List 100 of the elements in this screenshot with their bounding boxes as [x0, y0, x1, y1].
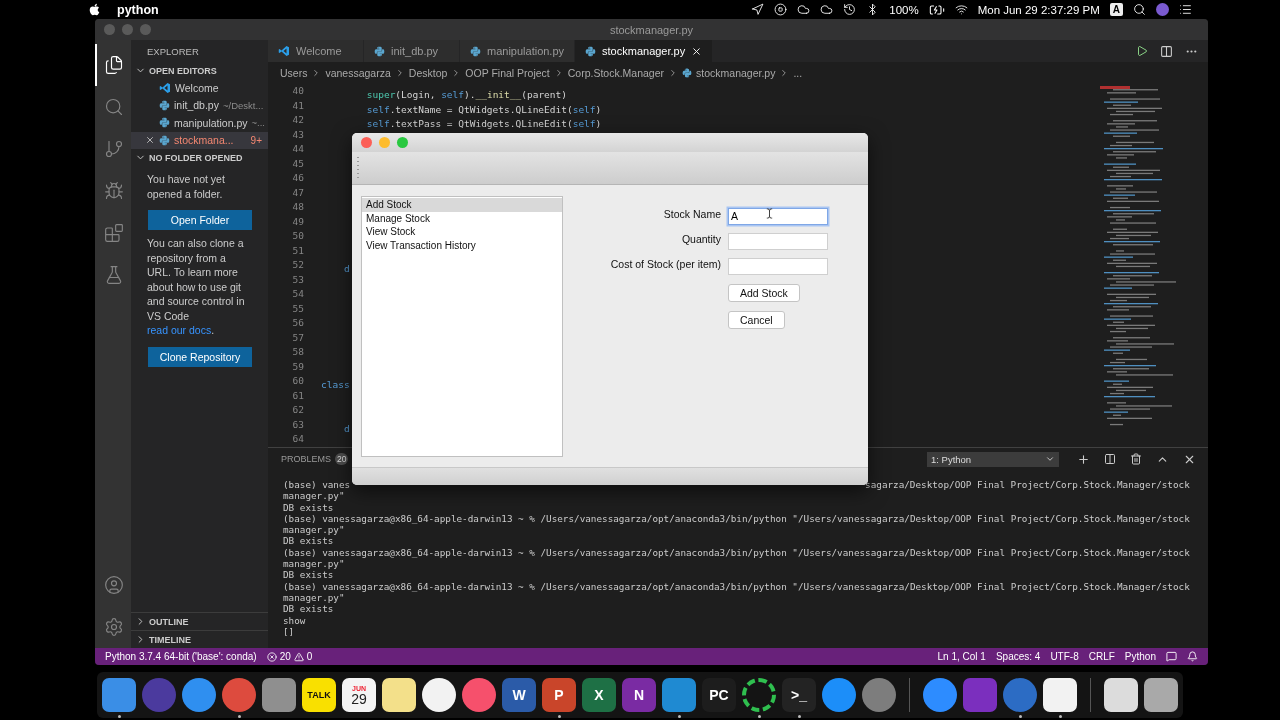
input-field[interactable] [728, 232, 828, 250]
app-icon[interactable] [1043, 678, 1077, 712]
split-icon[interactable] [1104, 453, 1116, 465]
interpreter-status[interactable]: Python 3.7.4 64-bit ('base': conda) [95, 651, 257, 662]
terminal-line: DB exists [283, 535, 334, 547]
editor-tab[interactable]: Welcome [268, 40, 364, 62]
panel-tab[interactable]: PROBLEMS [281, 454, 331, 464]
bug-icon [104, 181, 124, 201]
breadcrumb-item[interactable]: vanessagarza [325, 67, 391, 79]
input-source[interactable]: A [1109, 3, 1123, 16]
line-number: 57 [291, 330, 305, 345]
settings-icon[interactable] [104, 617, 124, 637]
editor-tab[interactable]: init_db.py [364, 40, 460, 62]
input-field[interactable] [728, 257, 828, 275]
feedback-icon[interactable] [1166, 651, 1177, 662]
account-icon[interactable] [104, 575, 124, 595]
status-item[interactable]: UTF-8 [1050, 651, 1079, 662]
breadcrumb-item[interactable]: Users [280, 67, 308, 79]
breadcrumb-item[interactable]: Desktop [408, 67, 448, 79]
close-icon[interactable] [145, 135, 155, 146]
problem-count: 9+ [250, 134, 263, 146]
app-icon[interactable]: P [542, 678, 576, 712]
plus-icon[interactable] [1077, 452, 1090, 466]
python-icon [374, 45, 385, 57]
status-item[interactable]: CRLF [1088, 651, 1115, 662]
app-icon[interactable] [382, 678, 416, 712]
line-number: 54 [291, 287, 305, 301]
app-icon[interactable]: X [582, 678, 616, 712]
history-icon[interactable] [843, 3, 857, 16]
breadcrumb-item[interactable]: stockmanager.py [696, 67, 776, 79]
python-icon [682, 68, 693, 78]
warning-count[interactable]: 0 [306, 651, 313, 662]
section-title[interactable]: OPEN EDITORS [149, 65, 217, 76]
app-icon[interactable] [742, 678, 776, 712]
open-editor-item[interactable]: init_db.py ~/Deskt... [131, 96, 268, 114]
status-item[interactable]: Python [1124, 651, 1156, 662]
siri-icon[interactable] [1156, 3, 1169, 16]
menubar-clock[interactable]: Mon Jun 29 2:37:29 PM [977, 3, 1100, 16]
trash-icon[interactable] [1130, 453, 1142, 465]
terminal-text: (base) vanes [283, 479, 351, 491]
stop-icon[interactable] [774, 3, 788, 16]
field-label: Quantity [681, 232, 721, 247]
open-folder-button[interactable]: Open Folder [148, 210, 252, 230]
error-icon [266, 651, 277, 662]
search-icon[interactable] [1133, 3, 1146, 16]
window-title: stockmanager.py [609, 23, 694, 36]
cloud-icon[interactable] [820, 3, 834, 16]
dialog-button[interactable]: Cancel [728, 311, 785, 329]
split-editor-icon[interactable] [1160, 44, 1173, 58]
status-item[interactable]: Spaces: 4 [995, 651, 1041, 662]
input-field[interactable]: A [728, 207, 828, 225]
app-icon[interactable] [1104, 678, 1138, 712]
open-editor-item[interactable]: stockmana... 9+ [131, 131, 268, 149]
editor-tab[interactable]: manipulation.py [460, 40, 576, 62]
list-item[interactable]: Add Stock [362, 198, 562, 212]
app-icon[interactable]: N [622, 678, 656, 712]
app-icon[interactable]: W [502, 678, 536, 712]
open-editor-item[interactable]: manipulation.py ~... [131, 114, 268, 132]
editor-tab[interactable]: stockmanager.py [575, 40, 714, 62]
python-icon [585, 45, 597, 57]
breadcrumb-item[interactable]: ... [793, 67, 803, 79]
breadcrumb-item[interactable]: Corp.Stock.Manager [567, 67, 665, 79]
app-menu[interactable]: python [117, 2, 159, 17]
menu-icon[interactable] [1179, 3, 1192, 16]
line-number: 40 [291, 84, 305, 98]
line-number: 51 [291, 243, 305, 258]
close-icon[interactable] [691, 45, 703, 57]
terminal-line: (base) vanessagarza@x86_64-apple-darwin13 ~ % /Users/vanessagarza/opt/anaconda3/bin/python "/Users/vanessagarza/Desktop/OOP Final Project/Corp.Stock.Manager/stock [283, 512, 1190, 525]
section-title[interactable]: TIMELINE [149, 634, 191, 645]
dialog-button[interactable]: Add Stock [728, 284, 800, 302]
line-number: 61 [291, 388, 305, 403]
terminal-line: manager.py" [283, 490, 345, 502]
terminal-line: (base) vanessagarza@x86_64-apple-darwin13 ~ % /Users/vanessagarza/opt/anaconda3/bin/python "/Users/vanessagarza/Desktop/OOP Final Project/Corp.Stock.Manager/stock [283, 580, 1190, 592]
status-item[interactable]: Ln 1, Col 1 [937, 651, 986, 662]
section-title[interactable]: OUTLINE [149, 616, 189, 627]
app-icon[interactable] [422, 678, 456, 712]
line-number: 48 [291, 200, 305, 214]
file-name: init_db.py [174, 99, 219, 112]
app-icon[interactable] [262, 678, 296, 712]
section-title[interactable]: NO FOLDER OPENED [149, 152, 243, 163]
flask-icon [104, 265, 124, 285]
error-count[interactable]: 20 [279, 651, 291, 662]
apple-icon[interactable] [88, 3, 101, 16]
terminal-line: manager.py" [283, 558, 345, 570]
app-icon[interactable]: >_ [782, 678, 816, 712]
wifi-icon[interactable] [954, 3, 968, 16]
app-icon[interactable]: PC [702, 678, 736, 712]
app-icon[interactable] [1144, 678, 1178, 712]
play-icon[interactable] [1136, 45, 1148, 57]
open-editor-item[interactable]: Welcome [131, 79, 268, 97]
cloud-icon[interactable] [797, 3, 811, 16]
terminal-select[interactable]: 1: Python [927, 451, 1059, 467]
clone-repository-button[interactable]: Clone Repository [148, 346, 252, 367]
breadcrumb-item[interactable]: OOP Final Project [465, 67, 550, 79]
line-number: 52 [291, 258, 305, 272]
app-icon[interactable]: TALK [302, 678, 336, 712]
bell-icon[interactable] [1187, 651, 1198, 662]
python-icon [159, 99, 170, 111]
terminal-text: sagarza/Desktop/OOP Final Project/Corp.Stock.Manager/stock [865, 479, 1190, 491]
code-line: d [342, 263, 350, 274]
